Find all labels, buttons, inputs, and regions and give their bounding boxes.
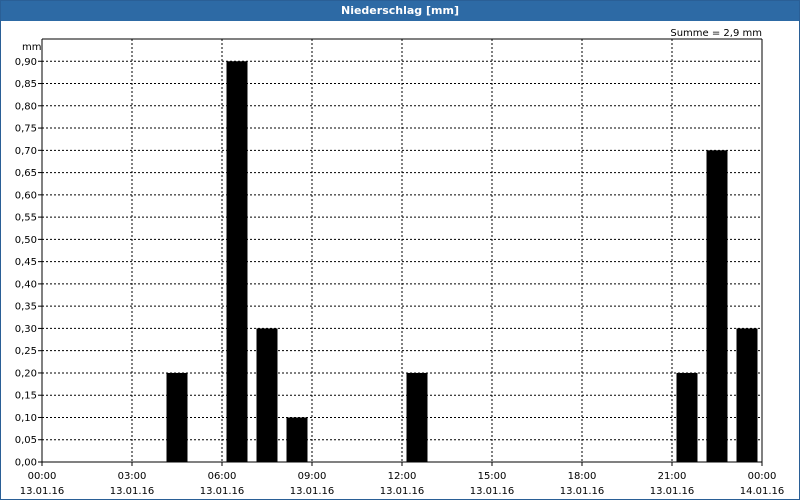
x-tick-time-label: 03:00 xyxy=(118,471,147,482)
bar xyxy=(706,150,728,462)
y-tick-label: 0,30 xyxy=(15,324,37,335)
y-tick-label: 0,85 xyxy=(15,79,37,90)
bar xyxy=(676,372,698,462)
x-tick-time-label: 00:00 xyxy=(748,471,777,482)
bar xyxy=(256,328,278,462)
y-tick-label: 0,15 xyxy=(15,391,37,402)
x-tick-time-label: 21:00 xyxy=(658,471,687,482)
x-tick-time-label: 12:00 xyxy=(388,471,417,482)
y-axis-label: mm xyxy=(22,42,41,53)
y-tick-label: 0,00 xyxy=(15,458,37,469)
y-tick-label: 0,10 xyxy=(15,413,37,424)
precipitation-chart: 0,00 0,05 0,10 0,15 0,20 0,25 0,30 0,35 0,40 0,45… xyxy=(15,28,785,497)
y-tick-label: 0,75 xyxy=(15,124,37,135)
x-tick-date-label: 13.01.16 xyxy=(380,486,425,497)
axes xyxy=(38,38,763,466)
window-title: Niederschlag [mm] xyxy=(1,1,799,21)
y-tick-label: 0,25 xyxy=(15,346,37,357)
y-tick-label: 0,20 xyxy=(15,368,37,379)
y-tick-label: 0,35 xyxy=(15,302,37,313)
y-tick-label: 0,40 xyxy=(15,279,37,290)
y-tick-label: 0,70 xyxy=(15,146,37,157)
bar xyxy=(736,328,758,462)
grid xyxy=(42,39,762,462)
bar xyxy=(286,417,308,462)
bar xyxy=(226,61,248,463)
x-tick-time-label: 15:00 xyxy=(478,471,507,482)
y-tick-label: 0,80 xyxy=(15,101,37,112)
x-tick-date-label: 13.01.16 xyxy=(110,486,155,497)
y-tick-label: 0,50 xyxy=(15,235,37,246)
x-tick-date-label: 13.01.16 xyxy=(650,486,695,497)
y-tick-label: 0,65 xyxy=(15,168,37,179)
x-tick-time-label: 00:00 xyxy=(28,471,57,482)
x-tick-date-label: 13.01.16 xyxy=(470,486,515,497)
sum-label: Summe = 2,9 mm xyxy=(670,28,762,39)
x-tick-date-label: 13.01.16 xyxy=(290,486,335,497)
x-tick-date-label: 13.01.16 xyxy=(20,486,65,497)
bar xyxy=(166,372,188,462)
x-tick-time-label: 18:00 xyxy=(568,471,597,482)
bar xyxy=(406,372,428,462)
x-tick-date-label: 13.01.16 xyxy=(560,486,605,497)
y-tick-label: 0,55 xyxy=(15,213,37,224)
tick-labels: 0,00 0,05 0,10 0,15 0,20 0,25 0,30 0,35 0,40 0,45… xyxy=(15,57,785,497)
chart-window: Niederschlag [mm] 0,00 0,05 0,10 0,15 0,20 0,… xyxy=(0,0,800,500)
y-tick-label: 0,60 xyxy=(15,190,37,201)
x-tick-date-label: 14.01.16 xyxy=(740,486,785,497)
x-tick-time-label: 06:00 xyxy=(208,471,237,482)
x-tick-time-label: 09:00 xyxy=(298,471,327,482)
y-tick-label: 0,45 xyxy=(15,257,37,268)
x-tick-date-label: 13.01.16 xyxy=(200,486,245,497)
y-tick-label: 0,90 xyxy=(15,57,37,68)
y-tick-label: 0,05 xyxy=(15,435,37,446)
